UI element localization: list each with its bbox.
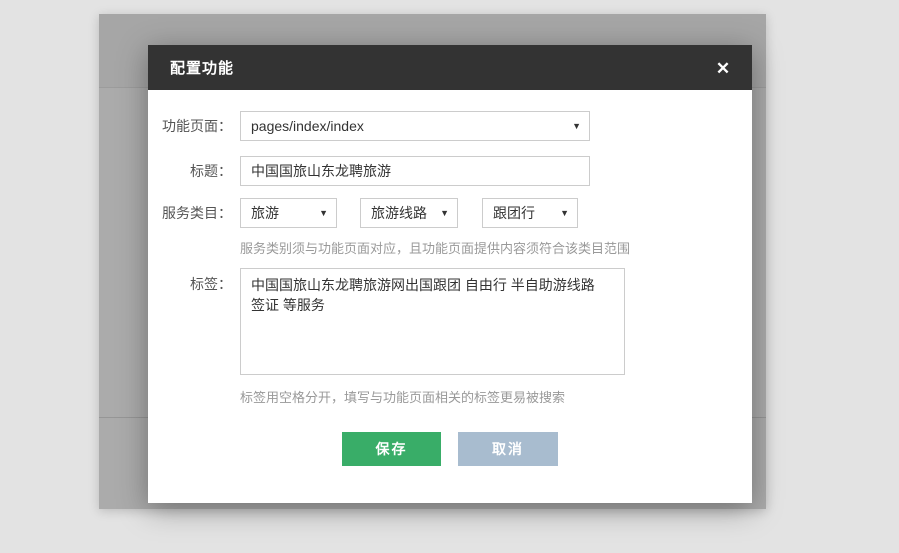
tags-label: 标签： — [148, 274, 232, 304]
tags-textarea[interactable]: 中国国旅山东龙聘旅游网出国跟团 自由行 半自助游线路 签证 等服务 — [240, 268, 625, 375]
button-row: 保存 取消 — [148, 432, 752, 466]
chevron-down-icon: ▼ — [560, 199, 569, 227]
function-page-select[interactable]: pages/index/index ▼ — [240, 111, 590, 141]
cancel-button[interactable]: 取消 — [458, 432, 558, 466]
tags-hint: 标签用空格分开，填写与功能页面相关的标签更易被搜索 — [240, 387, 565, 406]
service-category-select-3-value: 跟团行 — [493, 205, 535, 221]
service-category-row: 服务类目： 旅游 ▼ 旅游线路 ▼ 跟团行 ▼ — [148, 198, 752, 228]
function-page-row: 功能页面： pages/index/index ▼ — [148, 111, 752, 141]
modal-title: 配置功能 — [170, 57, 234, 78]
service-category-select-2-value: 旅游线路 — [371, 205, 427, 221]
service-category-select-1[interactable]: 旅游 ▼ — [240, 198, 337, 228]
modal-body: 功能页面： pages/index/index ▼ 标题： 服务类目： 旅游 ▼… — [148, 90, 752, 503]
chevron-down-icon: ▼ — [572, 112, 581, 140]
service-category-select-3[interactable]: 跟团行 ▼ — [482, 198, 578, 228]
service-category-label: 服务类目： — [148, 198, 232, 228]
chevron-down-icon: ▼ — [440, 199, 449, 227]
title-row: 标题： — [148, 156, 752, 186]
tags-row: 标签： 中国国旅山东龙聘旅游网出国跟团 自由行 半自助游线路 签证 等服务 — [148, 268, 752, 375]
function-page-select-value: pages/index/index — [251, 118, 364, 134]
title-input[interactable] — [240, 156, 590, 186]
service-category-select-1-value: 旅游 — [251, 205, 279, 221]
save-button[interactable]: 保存 — [342, 432, 441, 466]
configure-function-modal: 配置功能 ✕ 功能页面： pages/index/index ▼ 标题： 服务类… — [148, 45, 752, 503]
function-page-label: 功能页面： — [148, 111, 232, 141]
close-icon[interactable]: ✕ — [712, 58, 734, 80]
chevron-down-icon: ▼ — [319, 199, 328, 227]
modal-header: 配置功能 ✕ — [148, 45, 752, 90]
service-category-hint: 服务类别须与功能页面对应，且功能页面提供内容须符合该类目范围 — [240, 238, 630, 257]
title-label: 标题： — [148, 156, 232, 186]
service-category-select-2[interactable]: 旅游线路 ▼ — [360, 198, 458, 228]
